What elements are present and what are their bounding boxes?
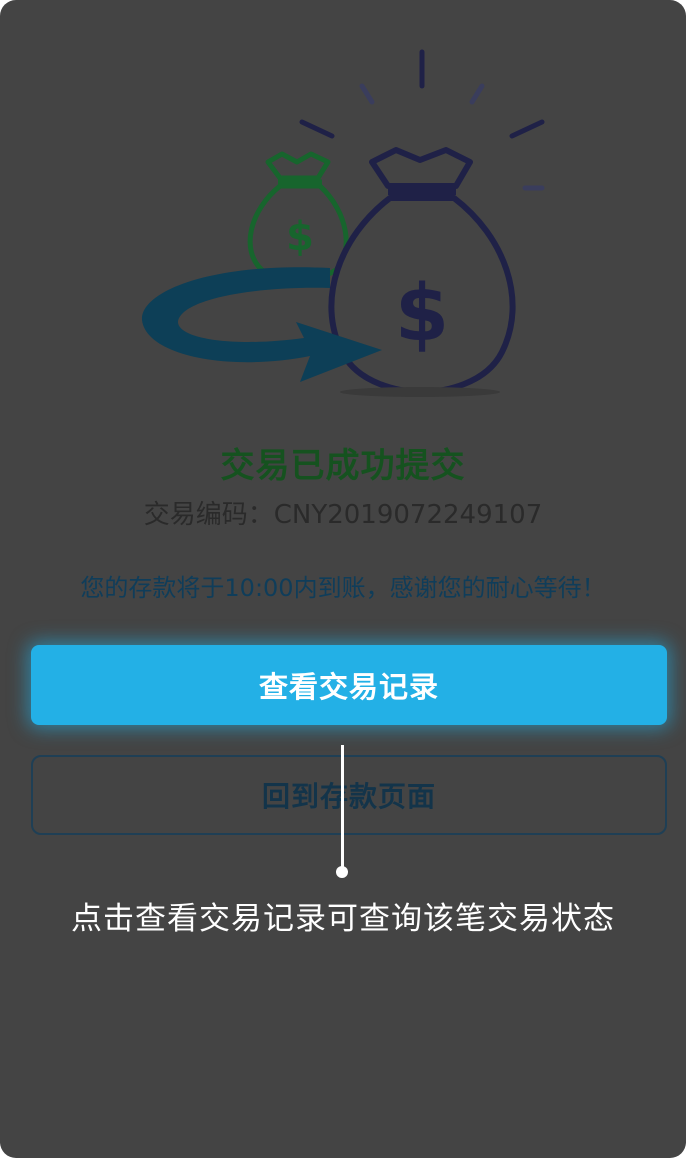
- green-money-bag-icon: $: [247, 151, 349, 282]
- dimmed-screen: $ $ 交易已成功提交 交易编码：CNY2019072249107 您的存款将于…: [0, 0, 686, 1158]
- svg-text:$: $: [395, 269, 449, 359]
- guide-pointer-dot: [336, 866, 348, 878]
- svg-text:$: $: [286, 214, 314, 260]
- guide-pointer-line: [341, 745, 344, 870]
- success-title: 交易已成功提交: [220, 446, 466, 486]
- view-transaction-records-button[interactable]: 查看交易记录: [31, 645, 667, 725]
- money-transfer-illustration: $ $: [141, 49, 545, 397]
- transaction-code: 交易编码：CNY2019072249107: [143, 500, 543, 530]
- back-to-deposit-button[interactable]: 回到存款页面: [31, 755, 667, 835]
- deposit-arrival-notice: 您的存款将于10:00内到账，感谢您的耐心等待！: [80, 574, 606, 602]
- guide-hint-text: 点击查看交易记录可查询该笔交易状态: [71, 901, 615, 937]
